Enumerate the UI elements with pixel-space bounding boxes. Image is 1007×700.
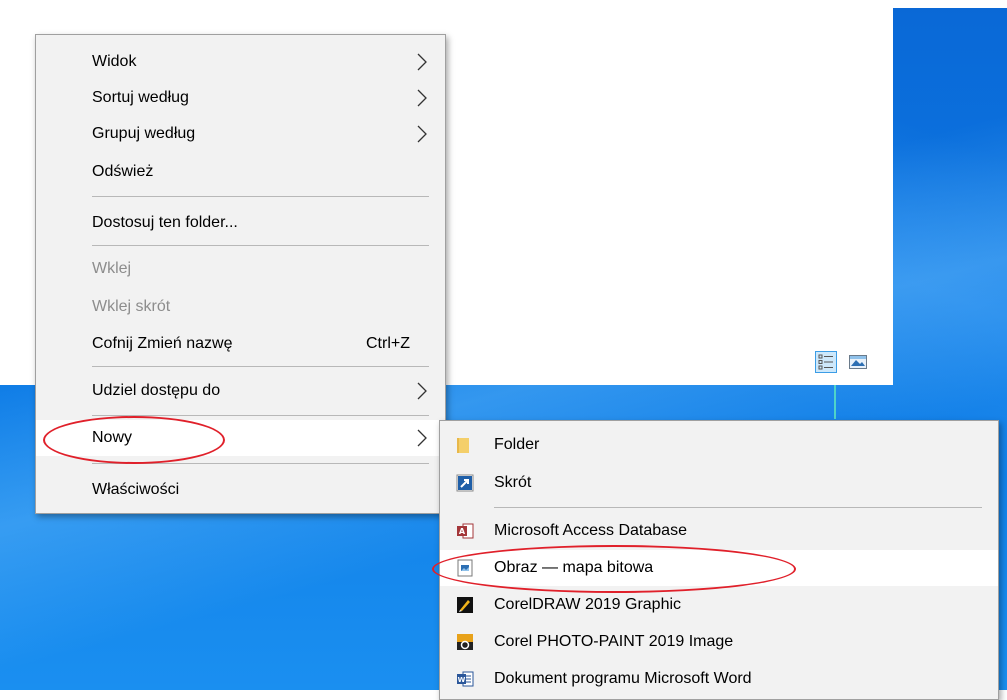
submenu-item-label: Microsoft Access Database bbox=[494, 522, 687, 539]
new-submenu: Folder Skrót A Microsoft Access Database… bbox=[439, 420, 999, 700]
menu-item-label: Odśwież bbox=[92, 163, 154, 180]
chevron-right-icon bbox=[417, 125, 427, 143]
menu-item-dostosuj[interactable]: Dostosuj ten folder... bbox=[36, 205, 445, 241]
menu-item-label: Dostosuj ten folder... bbox=[92, 214, 238, 231]
menu-separator bbox=[92, 366, 429, 367]
menu-item-cofnij[interactable]: Cofnij Zmień nazwę Ctrl+Z bbox=[36, 326, 445, 362]
submenu-item-label: Skrót bbox=[494, 474, 532, 491]
submenu-item-access[interactable]: A Microsoft Access Database bbox=[440, 513, 998, 549]
word-icon: W bbox=[457, 671, 474, 687]
submenu-item-label: Corel PHOTO-PAINT 2019 Image bbox=[494, 633, 734, 650]
access-icon: A bbox=[457, 523, 474, 539]
submenu-item-coreldraw[interactable]: CorelDRAW 2019 Graphic bbox=[440, 587, 998, 623]
details-view-button[interactable] bbox=[815, 351, 837, 373]
menu-separator bbox=[92, 245, 429, 246]
svg-text:W: W bbox=[458, 676, 466, 684]
large-icons-view-button[interactable] bbox=[847, 351, 869, 373]
menu-item-label: Właściwości bbox=[92, 481, 180, 498]
menu-item-label: Wklej skrót bbox=[92, 298, 171, 315]
menu-separator bbox=[92, 196, 429, 197]
context-menu: Widok Sortuj według Grupuj według Odświe… bbox=[35, 34, 446, 514]
chevron-right-icon bbox=[417, 429, 427, 447]
chevron-right-icon bbox=[417, 53, 427, 71]
coreldraw-icon bbox=[457, 597, 473, 613]
menu-item-widok[interactable]: Widok bbox=[36, 44, 445, 80]
submenu-item-folder[interactable]: Folder bbox=[440, 427, 998, 463]
menu-item-grupuj[interactable]: Grupuj według bbox=[36, 116, 445, 152]
shortcut-icon bbox=[456, 474, 474, 492]
menu-separator bbox=[92, 415, 429, 416]
menu-item-label: Grupuj według bbox=[92, 125, 196, 142]
menu-item-sortuj[interactable]: Sortuj według bbox=[36, 80, 445, 116]
menu-item-label: Wklej bbox=[92, 260, 132, 277]
submenu-item-bitmap[interactable]: Obraz — mapa bitowa bbox=[440, 550, 998, 586]
large-icons-view-icon bbox=[849, 355, 867, 369]
chevron-right-icon bbox=[417, 382, 427, 400]
menu-item-odswiez[interactable]: Odśwież bbox=[36, 154, 445, 190]
folder-icon bbox=[457, 438, 469, 453]
menu-item-label: Widok bbox=[92, 53, 137, 70]
submenu-item-label: Dokument programu Microsoft Word bbox=[494, 670, 752, 687]
menu-item-label: Sortuj według bbox=[92, 89, 189, 106]
accent-line bbox=[834, 385, 836, 419]
submenu-item-label: CorelDRAW 2019 Graphic bbox=[494, 596, 682, 613]
menu-item-shortcut: Ctrl+Z bbox=[366, 335, 410, 352]
details-view-icon bbox=[818, 354, 833, 370]
svg-text:A: A bbox=[459, 527, 466, 536]
chevron-right-icon bbox=[417, 89, 427, 107]
menu-item-wklej-skrot: Wklej skrót bbox=[36, 289, 445, 325]
menu-item-nowy[interactable]: Nowy bbox=[36, 420, 445, 456]
menu-item-wlasciwosci[interactable]: Właściwości bbox=[36, 472, 445, 508]
menu-item-label: Udziel dostępu do bbox=[92, 382, 221, 399]
window-top-edge bbox=[893, 0, 1007, 8]
submenu-item-word[interactable]: W Dokument programu Microsoft Word bbox=[440, 661, 998, 697]
menu-item-udziel[interactable]: Udziel dostępu do bbox=[36, 373, 445, 409]
photopaint-icon bbox=[457, 634, 473, 650]
bitmap-icon bbox=[457, 559, 473, 577]
menu-separator bbox=[92, 463, 429, 464]
menu-separator bbox=[494, 507, 982, 508]
submenu-item-skrot[interactable]: Skrót bbox=[440, 465, 998, 501]
submenu-item-label: Folder bbox=[494, 436, 540, 453]
menu-item-label: Cofnij Zmień nazwę bbox=[92, 335, 233, 352]
menu-item-wklej: Wklej bbox=[36, 251, 445, 287]
menu-item-label: Nowy bbox=[92, 429, 133, 446]
submenu-item-photopaint[interactable]: Corel PHOTO-PAINT 2019 Image bbox=[440, 624, 998, 660]
submenu-item-label: Obraz — mapa bitowa bbox=[494, 559, 654, 576]
